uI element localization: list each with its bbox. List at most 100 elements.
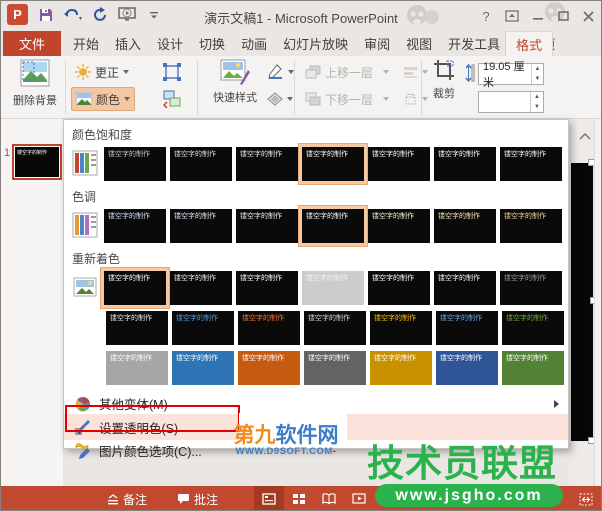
color-variant-thumbnail[interactable]: 镂空字的制作 bbox=[170, 147, 232, 181]
maximize-button[interactable] bbox=[550, 6, 576, 26]
tab-file[interactable]: 文件 bbox=[3, 31, 61, 56]
tab-切换[interactable]: 切换 bbox=[191, 31, 233, 56]
sun-icon bbox=[75, 64, 91, 80]
tab-开始[interactable]: 开始 bbox=[65, 31, 107, 56]
tab-审阅[interactable]: 审阅 bbox=[356, 31, 398, 56]
menu-item-more-variations[interactable]: 其他变体(M) bbox=[64, 393, 568, 414]
color-variant-thumbnail[interactable]: 镂空字的制作 bbox=[500, 147, 562, 181]
vertical-scrollbar[interactable] bbox=[594, 119, 601, 486]
tab-format[interactable]: 格式 bbox=[505, 31, 554, 56]
tab-设计[interactable]: 设计 bbox=[149, 31, 191, 56]
color-variant-thumbnail[interactable]: 镂空字的制作 bbox=[104, 209, 166, 243]
color-variant-thumbnail[interactable]: 镂空字的制作 bbox=[436, 311, 498, 345]
color-variant-thumbnail[interactable]: 镂空字的制作 bbox=[238, 351, 300, 385]
width-stepper[interactable]: ▲ ▼ bbox=[530, 92, 543, 112]
color-variant-thumbnail[interactable]: 镂空字的制作 bbox=[502, 311, 564, 345]
color-variant-thumbnail[interactable]: 镂空字的制作 bbox=[368, 271, 430, 305]
color-variant-thumbnail[interactable]: 镂空字的制作 bbox=[302, 209, 364, 243]
color-variant-thumbnail[interactable]: 镂空字的制作 bbox=[304, 351, 366, 385]
ribbon-display-options-button[interactable] bbox=[499, 6, 525, 26]
color-variant-thumbnail[interactable]: 镂空字的制作 bbox=[172, 311, 234, 345]
color-variant-thumbnail[interactable]: 镂空字的制作 bbox=[106, 311, 168, 345]
collapse-ribbon-icon[interactable] bbox=[579, 129, 591, 143]
color-variant-thumbnail[interactable]: 镂空字的制作 bbox=[236, 147, 298, 181]
color-variant-thumbnail[interactable]: 镂空字的制作 bbox=[302, 271, 364, 305]
color-variant-thumbnail[interactable]: 镂空字的制作 bbox=[500, 271, 562, 305]
color-variant-thumbnail[interactable]: 镂空字的制作 bbox=[434, 271, 496, 305]
tab-开发工具[interactable]: 开发工具 bbox=[440, 31, 508, 56]
bring-forward-button[interactable]: 上移一层 bbox=[301, 60, 393, 84]
tone-thumbnails: 镂空字的制作 镂空字的制作 镂空字的制作 镂空字的制作 镂空字的制作 镂空字的制作 镂空字的… bbox=[104, 209, 562, 243]
tone-options-icon bbox=[72, 212, 98, 238]
close-button[interactable] bbox=[575, 6, 601, 26]
color-variant-thumbnail[interactable]: 镂空字的制作 bbox=[236, 271, 298, 305]
recolor-options-icon bbox=[73, 277, 97, 297]
save-icon[interactable] bbox=[37, 6, 55, 24]
picture-effects-button[interactable] bbox=[263, 87, 297, 111]
watermark-site1: 第九软件网 WWW.D9SOFT.COM- bbox=[226, 425, 346, 458]
slide-number: 1 bbox=[4, 147, 11, 159]
color-variant-thumbnail[interactable]: 镂空字的制作 bbox=[104, 271, 166, 305]
color-variant-thumbnail[interactable]: 镂空字的制作 bbox=[170, 271, 232, 305]
redo-icon[interactable] bbox=[91, 6, 109, 24]
color-variant-thumbnail[interactable]: 镂空字的制作 bbox=[370, 351, 432, 385]
color-variant-thumbnail[interactable]: 镂空字的制作 bbox=[236, 209, 298, 243]
reading-view-button[interactable] bbox=[314, 486, 344, 510]
comments-button[interactable]: 批注 bbox=[171, 486, 224, 510]
color-variant-thumbnail[interactable]: 镂空字的制作 bbox=[170, 209, 232, 243]
picture-border-button[interactable] bbox=[263, 60, 298, 84]
notes-icon bbox=[108, 493, 118, 504]
saturation-thumbnails: 镂空字的制作 镂空字的制作 镂空字的制作 镂空字的制作 镂空字的制作 镂空字的制作 镂空字的… bbox=[104, 147, 562, 181]
corrections-button[interactable]: 更正 bbox=[71, 60, 133, 84]
rotate-icon bbox=[405, 93, 416, 104]
tab-幻灯片放映[interactable]: 幻灯片放映 bbox=[275, 31, 356, 56]
color-variant-thumbnail[interactable]: 镂空字的制作 bbox=[502, 351, 564, 385]
send-backward-button[interactable]: 下移一层 bbox=[301, 87, 393, 111]
slide-editing-area bbox=[569, 119, 601, 486]
color-variant-thumbnail[interactable]: 镂空字的制作 bbox=[104, 147, 166, 181]
quick-styles-button[interactable]: 快速样式 bbox=[206, 58, 264, 105]
watermark-site2-name: 技术员联盟 bbox=[367, 443, 557, 484]
title-bar: P 演示文稿1 - Microsoft PowerPoint ? bbox=[1, 1, 601, 31]
saturation-options-icon bbox=[72, 150, 98, 176]
slideshow-view-button[interactable] bbox=[344, 486, 374, 510]
color-variant-thumbnail[interactable]: 镂空字的制作 bbox=[436, 351, 498, 385]
tab-视图[interactable]: 视图 bbox=[398, 31, 440, 56]
color-variant-thumbnail[interactable]: 镂空字的制作 bbox=[106, 351, 168, 385]
recolor-thumbnails-row1: 镂空字的制作 镂空字的制作 镂空字的制作 镂空字的制作 镂空字的制作 镂空字的制作 镂空字的… bbox=[104, 271, 562, 305]
start-slideshow-icon[interactable] bbox=[118, 6, 136, 24]
tab-插入[interactable]: 插入 bbox=[107, 31, 149, 56]
tab-动画[interactable]: 动画 bbox=[233, 31, 275, 56]
remove-background-button[interactable]: 删除背景 bbox=[9, 58, 61, 108]
customize-qat-icon[interactable] bbox=[145, 6, 163, 24]
fit-slide-to-window-button[interactable] bbox=[571, 486, 601, 510]
slide-thumbnail[interactable]: 镂空字的制作 bbox=[12, 144, 62, 180]
compress-picture-button[interactable] bbox=[159, 60, 185, 84]
shape-width-field[interactable]: ▲ ▼ bbox=[478, 91, 544, 113]
powerpoint-logo-icon[interactable]: P bbox=[7, 4, 28, 25]
color-variant-thumbnail[interactable]: 镂空字的制作 bbox=[302, 147, 364, 181]
slide-thumbnails-panel: 1 镂空字的制作 bbox=[1, 119, 63, 486]
undo-icon[interactable] bbox=[64, 6, 82, 24]
help-button[interactable]: ? bbox=[473, 6, 499, 26]
set-transparent-color-icon bbox=[74, 419, 91, 436]
color-variant-thumbnail[interactable]: 镂空字的制作 bbox=[238, 311, 300, 345]
crop-button[interactable]: 裁剪 bbox=[427, 59, 461, 101]
color-variant-thumbnail[interactable]: 镂空字的制作 bbox=[500, 209, 562, 243]
color-button[interactable]: 颜色 bbox=[71, 87, 136, 111]
change-picture-button[interactable] bbox=[159, 87, 185, 111]
slide-sorter-view-button[interactable] bbox=[284, 486, 314, 510]
notes-button[interactable]: 备注 bbox=[101, 486, 153, 510]
color-variant-thumbnail[interactable]: 镂空字的制作 bbox=[368, 209, 430, 243]
normal-view-button[interactable] bbox=[254, 486, 285, 510]
height-stepper[interactable]: ▲ ▼ bbox=[531, 64, 543, 84]
picture-effects-icon bbox=[267, 92, 283, 106]
color-variant-thumbnail[interactable]: 镂空字的制作 bbox=[172, 351, 234, 385]
color-variant-thumbnail[interactable]: 镂空字的制作 bbox=[368, 147, 430, 181]
color-variant-thumbnail[interactable]: 镂空字的制作 bbox=[304, 311, 366, 345]
minimize-button[interactable] bbox=[525, 6, 551, 26]
color-variant-thumbnail[interactable]: 镂空字的制作 bbox=[370, 311, 432, 345]
shape-height-field[interactable]: 19.05 厘米 ▲ ▼ bbox=[478, 61, 544, 89]
color-variant-thumbnail[interactable]: 镂空字的制作 bbox=[434, 147, 496, 181]
color-variant-thumbnail[interactable]: 镂空字的制作 bbox=[434, 209, 496, 243]
